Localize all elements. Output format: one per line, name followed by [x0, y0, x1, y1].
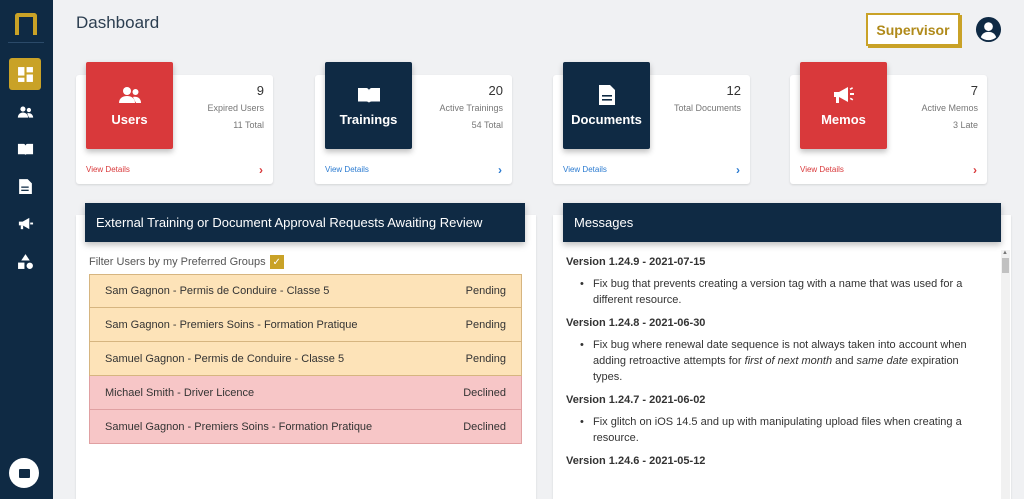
- sidebar-item-users[interactable]: [9, 96, 41, 128]
- version-heading: Version 1.24.8 - 2021-06-30: [566, 317, 706, 329]
- documents-tile[interactable]: Documents: [563, 62, 650, 149]
- card-title: Users: [111, 112, 148, 127]
- card-subtitle: Total Documents: [673, 103, 741, 113]
- view-details-link[interactable]: View Details: [325, 165, 369, 174]
- document-icon: [18, 178, 32, 194]
- card-subtitle-secondary: 3 Late: [952, 120, 978, 130]
- users-icon: [17, 106, 33, 118]
- request-row[interactable]: Sam Gagnon - Premiers Soins - Formation …: [89, 308, 522, 342]
- users-card: Users 9 Expired Users 11 Total View Deta…: [76, 62, 273, 184]
- shapes-icon: [17, 253, 33, 269]
- chevron-right-icon[interactable]: ›: [973, 163, 977, 177]
- page-title: Dashboard: [76, 13, 160, 32]
- chevron-right-icon[interactable]: ›: [498, 163, 502, 177]
- messages-header: Messages: [563, 203, 1001, 242]
- version-heading: Version 1.24.6 - 2021-05-12: [566, 455, 706, 467]
- document-icon: [598, 85, 615, 105]
- view-details-link[interactable]: View Details: [800, 165, 844, 174]
- messages-scrollbar[interactable]: ▲: [1001, 250, 1010, 499]
- card-count: 9: [256, 83, 264, 98]
- dashboard-icon: [17, 66, 33, 82]
- version-heading: Version 1.24.9 - 2021-07-15: [566, 256, 706, 268]
- filter-label: Filter Users by my Preferred Groups: [89, 256, 266, 268]
- trainings-card: Trainings 20 Active Trainings 54 Total V…: [315, 62, 512, 184]
- book-icon: [17, 143, 33, 155]
- user-avatar-icon[interactable]: [975, 16, 1002, 43]
- chevron-right-icon[interactable]: ›: [259, 163, 263, 177]
- request-name: Michael Smith - Driver Licence: [105, 386, 255, 399]
- checkbox-checked-icon[interactable]: ✓: [269, 255, 284, 269]
- scroll-thumb[interactable]: [1002, 258, 1009, 273]
- app-logo: [15, 13, 37, 35]
- documents-card: Documents 12 Total Documents View Detail…: [553, 62, 750, 184]
- card-subtitle-secondary: 11 Total: [233, 120, 264, 130]
- version-heading: Version 1.24.7 - 2021-06-02: [566, 394, 706, 406]
- card-subtitle: Expired Users: [207, 103, 264, 113]
- card-subtitle: Active Memos: [921, 103, 978, 113]
- request-row[interactable]: Samuel Gagnon - Permis de Conduire - Cla…: [89, 342, 522, 376]
- sidebar-item-trainings[interactable]: [9, 133, 41, 165]
- view-details-link[interactable]: View Details: [563, 165, 607, 174]
- users-icon: [118, 87, 141, 103]
- sidebar-divider: [8, 42, 44, 43]
- request-row[interactable]: Samuel Gagnon - Premiers Soins - Formati…: [89, 410, 522, 444]
- card-count: 20: [488, 83, 503, 98]
- request-status: Pending: [465, 318, 506, 331]
- card-title: Memos: [821, 112, 866, 127]
- request-name: Samuel Gagnon - Premiers Soins - Formati…: [105, 420, 373, 433]
- changelog-item: Fix bug that prevents creating a version…: [580, 276, 973, 308]
- request-status: Pending: [465, 352, 506, 365]
- request-status: Declined: [463, 386, 506, 399]
- megaphone-icon: [18, 217, 33, 229]
- trainings-tile[interactable]: Trainings: [325, 62, 412, 149]
- users-tile[interactable]: Users: [86, 62, 173, 149]
- approval-requests-header: External Training or Document Approval R…: [85, 203, 525, 242]
- scroll-up-icon[interactable]: ▲: [1002, 250, 1008, 256]
- view-details-link[interactable]: View Details: [86, 165, 130, 174]
- collapse-icon: [18, 468, 30, 478]
- preferred-groups-filter[interactable]: Filter Users by my Preferred Groups ✓: [89, 255, 284, 269]
- messages-list: Version 1.24.9 - 2021-07-15 Fix bug that…: [563, 248, 993, 499]
- card-subtitle-secondary: 54 Total: [471, 120, 503, 130]
- card-title: Documents: [571, 112, 642, 127]
- card-subtitle: Active Trainings: [439, 103, 503, 113]
- request-name: Sam Gagnon - Permis de Conduire - Classe…: [105, 285, 330, 297]
- request-row[interactable]: Sam Gagnon - Permis de Conduire - Classe…: [89, 274, 522, 308]
- book-icon: [357, 88, 380, 103]
- memos-tile[interactable]: Memos: [800, 62, 887, 149]
- role-switch-button[interactable]: Supervisor: [866, 13, 960, 46]
- request-name: Sam Gagnon - Premiers Soins - Formation …: [105, 318, 358, 331]
- request-row[interactable]: Michael Smith - Driver Licence Declined: [89, 376, 522, 410]
- memos-card: Memos 7 Active Memos 3 Late View Details…: [790, 62, 987, 184]
- request-name: Samuel Gagnon - Permis de Conduire - Cla…: [105, 352, 345, 365]
- sidebar-item-memos[interactable]: [9, 207, 41, 239]
- card-title: Trainings: [339, 112, 398, 127]
- request-list: Sam Gagnon - Permis de Conduire - Classe…: [89, 274, 522, 444]
- request-status: Pending: [465, 285, 506, 297]
- changelog-item: Fix glitch on iOS 14.5 and up with manip…: [580, 414, 973, 446]
- sidebar-item-dashboard[interactable]: [9, 58, 41, 90]
- megaphone-icon: [833, 87, 854, 103]
- request-status: Declined: [463, 420, 506, 433]
- messages-panel: Messages Version 1.24.9 - 2021-07-15 Fix…: [553, 203, 1011, 499]
- card-count: 7: [970, 83, 978, 98]
- approval-requests-panel: External Training or Document Approval R…: [76, 203, 536, 499]
- chevron-right-icon[interactable]: ›: [736, 163, 740, 177]
- card-count: 12: [726, 83, 741, 98]
- sidebar: [0, 0, 53, 499]
- sidebar-item-documents[interactable]: [9, 170, 41, 202]
- changelog-item: Fix bug where renewal date sequence is n…: [580, 337, 973, 385]
- sidebar-item-resources[interactable]: [9, 245, 41, 277]
- collapse-sidebar-button[interactable]: [9, 458, 39, 488]
